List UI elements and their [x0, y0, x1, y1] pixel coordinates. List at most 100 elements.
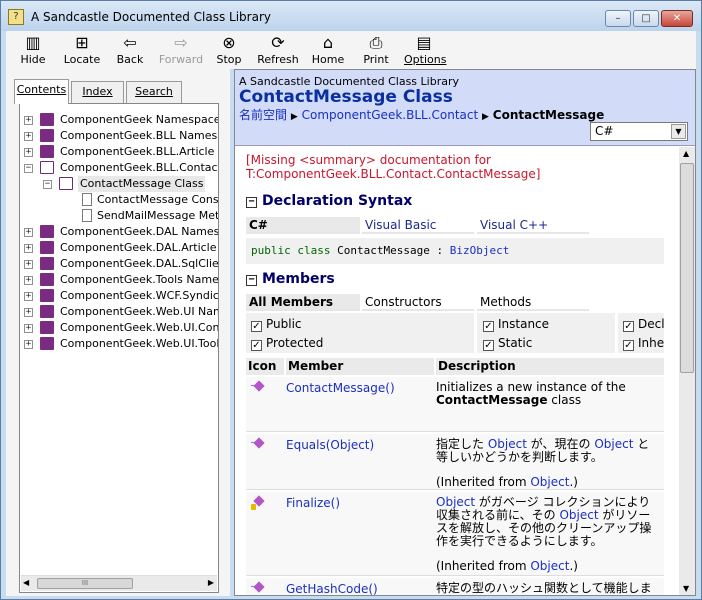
refresh-label: Refresh: [257, 53, 299, 66]
back-arrow-icon: ⇦: [123, 33, 137, 52]
object-link[interactable]: Object: [530, 475, 569, 489]
object-link[interactable]: Object: [559, 508, 598, 522]
scroll-right-icon[interactable]: ▶: [208, 578, 214, 587]
check-icon: ✓: [483, 340, 494, 351]
declaration-heading-label: Declaration Syntax: [262, 193, 413, 209]
expand-icon[interactable]: +: [24, 292, 33, 301]
hide-pane-icon: ▥: [25, 33, 41, 52]
expand-icon[interactable]: +: [24, 324, 33, 333]
tab-methods[interactable]: Methods: [477, 294, 589, 311]
vertical-scrollbar[interactable]: ▲ ▼: [679, 147, 695, 595]
refresh-icon: ⟳: [271, 33, 285, 52]
home-button[interactable]: ⌂ Home: [311, 33, 345, 67]
object-link[interactable]: Object: [488, 437, 527, 451]
member-link[interactable]: GetHashCode(): [286, 582, 378, 595]
tab-contents-label: Contents: [16, 83, 67, 96]
tab-index[interactable]: Index: [71, 81, 124, 103]
declared-checkbox[interactable]: ✓ Decl: [623, 315, 665, 333]
tab-all-members[interactable]: All Members: [246, 294, 360, 311]
tree-item-label: ContactMessage Cons: [97, 193, 219, 206]
hide-button[interactable]: ▥ Hide: [18, 33, 48, 67]
member-link[interactable]: Equals(Object): [286, 438, 374, 452]
object-link[interactable]: Object: [530, 559, 569, 573]
collapse-icon[interactable]: −: [246, 197, 257, 208]
member-description: 特定の型のハッシュ関数として機能します。: [436, 581, 652, 596]
breadcrumb: 名前空間 ▶ ComponentGeek.BLL.Contact ▶ Conta…: [239, 106, 604, 123]
expand-icon[interactable]: +: [24, 148, 33, 157]
locate-icon: ⊞: [75, 33, 89, 52]
tab-csharp[interactable]: C#: [246, 217, 360, 234]
options-button[interactable]: ▤ Options: [404, 33, 446, 67]
locate-button[interactable]: ⊞ Locate: [62, 33, 102, 67]
book-icon: [40, 321, 54, 334]
language-select[interactable]: C# ▼: [590, 122, 688, 141]
scroll-down-icon[interactable]: ▼: [683, 584, 689, 593]
tree-item-label: ComponentGeek.Web.UI.Contro: [60, 321, 219, 334]
print-button[interactable]: ⎙ Print: [363, 33, 389, 67]
table-row: GetHashCode() 特定の型のハッシュ関数として機能します。: [246, 578, 664, 595]
declaration-section-heading[interactable]: − Declaration Syntax: [246, 193, 412, 209]
object-link[interactable]: Object: [594, 437, 633, 451]
public-checkbox[interactable]: ✓ Public: [251, 315, 302, 333]
base-class-link[interactable]: BizObject: [450, 244, 510, 257]
book-icon: [40, 145, 54, 158]
toolbar: ▥ Hide ⊞ Locate ⇦ Back ⇨ Forward ⊗ Stop …: [6, 31, 696, 69]
tab-contents[interactable]: Contents: [14, 79, 69, 104]
page-title: ContactMessage Class: [239, 87, 453, 107]
forward-button[interactable]: ⇨ Forward: [158, 33, 204, 67]
collapse-icon[interactable]: −: [43, 180, 52, 189]
collapse-icon[interactable]: −: [246, 275, 257, 286]
horizontal-scrollbar[interactable]: ◀ III ▶: [21, 575, 217, 591]
static-label: Static: [498, 336, 533, 350]
member-description: 指定した Object が、現在の Object と等しいかどうかを判断します。…: [436, 438, 661, 489]
tab-visual-cpp[interactable]: Visual C++: [477, 217, 589, 234]
maximize-button[interactable]: □: [633, 10, 659, 27]
minimize-button[interactable]: –: [605, 10, 631, 27]
scroll-up-icon[interactable]: ▲: [683, 149, 689, 158]
options-icon: ▤: [416, 33, 432, 52]
protected-checkbox[interactable]: ✓ Protected: [251, 334, 323, 352]
title-bar[interactable]: ? A Sandcastle Documented Class Library …: [1, 1, 701, 31]
breadcrumb-root[interactable]: 名前空間: [239, 108, 287, 122]
expand-icon[interactable]: +: [24, 228, 33, 237]
scroll-thumb[interactable]: III: [37, 578, 133, 589]
tree-item-label: ContactMessage Class: [78, 176, 206, 192]
static-checkbox[interactable]: ✓ Static: [483, 334, 532, 352]
expand-icon[interactable]: +: [24, 308, 33, 317]
code-keyword: class: [297, 244, 331, 257]
inherited-note: (Inherited from Object.): [436, 560, 661, 573]
scroll-thumb[interactable]: [680, 163, 694, 373]
instance-checkbox[interactable]: ✓ Instance: [483, 315, 549, 333]
inherited-checkbox[interactable]: ✓ Inhe: [623, 334, 664, 352]
tree-item-label: ComponentGeek.Web.UI.Tools: [60, 337, 219, 350]
member-link[interactable]: Finalize(): [286, 496, 340, 510]
collapse-icon[interactable]: −: [24, 164, 33, 173]
public-label: Public: [266, 317, 302, 331]
back-button[interactable]: ⇦ Back: [115, 33, 145, 67]
tab-visual-basic[interactable]: Visual Basic: [362, 217, 474, 234]
forward-label: Forward: [158, 53, 204, 66]
member-link[interactable]: ContactMessage(): [286, 381, 395, 395]
tree-item-label: ComponentGeek.WCF.Syndicat: [60, 289, 219, 302]
page-icon: [82, 209, 92, 222]
expand-icon[interactable]: +: [24, 132, 33, 141]
book-icon: [40, 225, 54, 238]
expand-icon[interactable]: +: [24, 116, 33, 125]
close-button[interactable]: ✕: [661, 10, 693, 27]
back-label: Back: [116, 53, 144, 66]
topic-content: [Missing <summary> documentation for T:C…: [235, 147, 679, 595]
expand-icon[interactable]: +: [24, 244, 33, 253]
expand-icon[interactable]: +: [24, 340, 33, 349]
tab-search[interactable]: Search: [126, 81, 182, 103]
expand-icon[interactable]: +: [24, 260, 33, 269]
chevron-down-icon[interactable]: ▼: [671, 124, 686, 139]
stop-button[interactable]: ⊗ Stop: [215, 33, 243, 67]
expand-icon[interactable]: +: [24, 276, 33, 285]
scroll-left-icon[interactable]: ◀: [23, 578, 29, 587]
contents-tree[interactable]: + ComponentGeek Namespace + ComponentGeek.…: [19, 103, 219, 593]
breadcrumb-namespace[interactable]: ComponentGeek.BLL.Contact: [302, 108, 479, 122]
tab-constructors[interactable]: Constructors: [362, 294, 474, 311]
object-link[interactable]: Object: [436, 495, 475, 509]
refresh-button[interactable]: ⟳ Refresh: [257, 33, 299, 67]
members-section-heading[interactable]: − Members: [246, 271, 335, 287]
